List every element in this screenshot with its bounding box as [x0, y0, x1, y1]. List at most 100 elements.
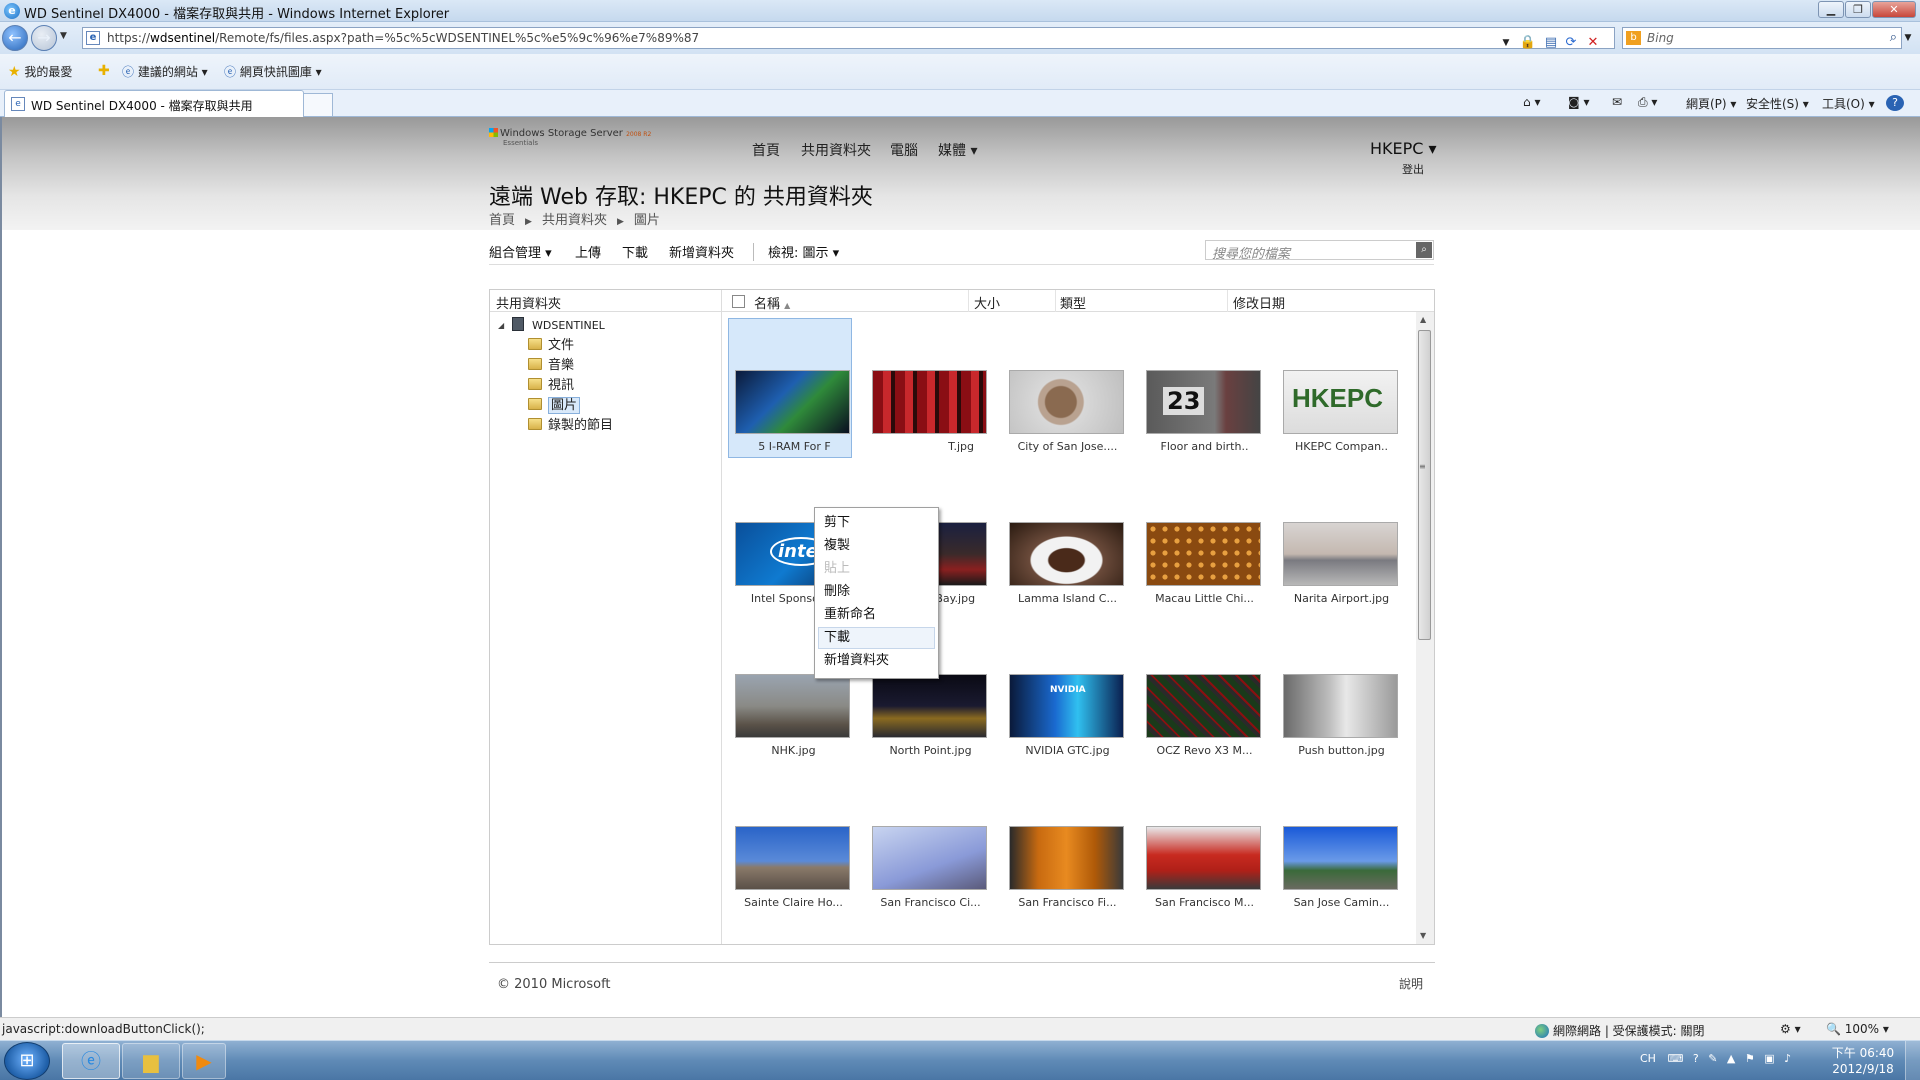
organize-menu[interactable]: 組合管理 ▾ [489, 242, 552, 261]
search-go-icon[interactable]: ⌕ [1890, 30, 1897, 45]
nav-shared-folders[interactable]: 共用資料夾 [801, 140, 871, 160]
tray-expand-icon[interactable]: ▲ [1727, 1052, 1735, 1065]
vertical-scrollbar[interactable]: ▲ ≡ ▼ [1416, 312, 1434, 944]
keyboard-icon[interactable]: ⌨ [1667, 1052, 1683, 1065]
nav-media[interactable]: 媒體 ▾ [938, 140, 977, 160]
help-icon[interactable]: ? [1886, 95, 1904, 111]
home-button[interactable]: ⌂ ▾ [1523, 95, 1540, 109]
file-tile[interactable]: San Francisco M... [1139, 774, 1263, 914]
col-type[interactable]: 類型 [1060, 293, 1086, 312]
file-tile[interactable]: 5 I-RAM For F [728, 318, 852, 458]
file-tile[interactable]: City of San Jose.... [1002, 318, 1126, 458]
file-tile[interactable]: Push button.jpg [1276, 622, 1400, 762]
column-divider[interactable] [968, 290, 969, 312]
file-tile[interactable]: San Francisco Ci... [865, 774, 989, 914]
stop-icon[interactable]: ✕ [1583, 33, 1603, 53]
file-tile[interactable]: Macau Little Chi... [1139, 470, 1263, 610]
tab-wd-sentinel[interactable]: e WD Sentinel DX4000 - 檔案存取與共用 [4, 90, 304, 118]
help-link[interactable]: 說明 [1399, 975, 1423, 992]
add-ons-icon[interactable]: ⚙ ▾ [1780, 1022, 1801, 1036]
recent-pages-dropdown[interactable]: ▼ [60, 31, 67, 41]
network-icon[interactable]: ▣ [1764, 1052, 1774, 1065]
taskbar-media-player[interactable]: ▶ [182, 1043, 226, 1079]
compatibility-view-icon[interactable]: ▤ [1541, 33, 1561, 53]
col-size[interactable]: 大小 [974, 293, 1000, 312]
feeds-button[interactable]: ◙ ▾ [1568, 95, 1590, 109]
collapse-triangle-icon[interactable]: ◢ [498, 321, 504, 330]
tree-item-videos[interactable]: 視訊 [528, 374, 574, 393]
url-field[interactable]: e https://wdsentinel/Remote/fs/files.asp… [82, 27, 1615, 50]
tree-item-music[interactable]: 音樂 [528, 354, 574, 373]
maximize-button[interactable]: ❐ [1845, 1, 1871, 18]
file-tile[interactable]: Lamma Island C... [1002, 470, 1126, 610]
zoom-level[interactable]: 🔍 100% ▾ [1826, 1022, 1889, 1036]
language-indicator[interactable]: CH [1640, 1052, 1656, 1065]
print-button[interactable]: ⎙ ▾ [1638, 95, 1657, 110]
col-name[interactable]: 名稱 ▲ [754, 293, 790, 312]
file-tile[interactable]: NVIDIA NVIDIA GTC.jpg [1002, 622, 1126, 762]
new-folder-button[interactable]: 新增資料夾 [669, 242, 734, 261]
file-tile[interactable]: San Jose Camin... [1276, 774, 1400, 914]
new-tab-button[interactable] [303, 93, 333, 116]
ctx-rename[interactable]: 重新命名 [818, 604, 935, 626]
ctx-delete[interactable]: 刪除 [818, 581, 935, 603]
ctx-new-folder[interactable]: 新增資料夾 [818, 650, 935, 672]
back-button[interactable]: ← [2, 25, 28, 51]
search-icon[interactable]: ⌕ [1416, 242, 1432, 258]
volume-icon[interactable]: ♪ [1784, 1052, 1791, 1065]
breadcrumb-home[interactable]: 首頁 [489, 213, 515, 228]
mail-button[interactable]: ✉ [1612, 95, 1622, 109]
tree-item-pictures[interactable]: 圖片 [528, 394, 581, 414]
start-button[interactable]: ⊞ [4, 1042, 50, 1080]
url-text[interactable]: https://wdsentinel/Remote/fs/files.aspx?… [107, 31, 699, 45]
taskbar-explorer[interactable]: ▆ [122, 1043, 180, 1079]
search-options-icon[interactable]: ▼ [1898, 28, 1918, 48]
bing-search-field[interactable]: b Bing ⌕ [1622, 27, 1902, 49]
page-menu[interactable]: 網頁(P) ▾ [1686, 95, 1736, 112]
scroll-down-icon[interactable]: ▼ [1420, 931, 1426, 940]
ctx-cut[interactable]: 剪下 [818, 512, 935, 534]
select-all-checkbox[interactable] [732, 295, 745, 308]
clock[interactable]: 下午 06:40 2012/9/18 [1828, 1045, 1898, 1077]
tools-menu[interactable]: 工具(O) ▾ [1822, 95, 1875, 112]
taskbar-ie[interactable]: ⓔ [62, 1043, 120, 1079]
scroll-up-icon[interactable]: ▲ [1420, 315, 1426, 324]
file-tile[interactable]: Narita Airport.jpg [1276, 470, 1400, 610]
scroll-thumb[interactable] [1418, 330, 1431, 640]
help-tray-icon[interactable]: ? [1693, 1052, 1699, 1065]
close-window-button[interactable]: ✕ [1872, 1, 1916, 18]
file-tile[interactable]: OCZ Revo X3 M... [1139, 622, 1263, 762]
url-dropdown-icon[interactable]: ▼ [1496, 33, 1516, 53]
download-button[interactable]: 下載 [622, 242, 648, 261]
column-divider[interactable] [1227, 290, 1228, 312]
ctx-copy[interactable]: 複製 [818, 535, 935, 557]
file-tile[interactable]: 23 Floor and birth.. [1139, 318, 1263, 458]
file-search-input[interactable]: 搜尋您的檔案 ⌕ [1205, 240, 1434, 262]
minimize-button[interactable]: ▁ [1818, 1, 1844, 18]
forward-button[interactable]: → [31, 25, 57, 51]
upload-button[interactable]: 上傳 [575, 242, 601, 261]
show-desktop-button[interactable] [1905, 1041, 1920, 1080]
lock-icon[interactable]: 🔒 [1518, 33, 1538, 53]
favorites-button[interactable]: ★ 我的最愛 [8, 63, 72, 80]
nav-home[interactable]: 首頁 [752, 140, 780, 160]
file-tile[interactable]: San Francisco Fi... [1002, 774, 1126, 914]
action-center-icon[interactable]: ⚑ [1745, 1052, 1755, 1065]
view-menu[interactable]: 檢視: 圖示 ▾ [768, 242, 839, 261]
file-tile[interactable]: T.jpg [865, 318, 989, 458]
nav-computers[interactable]: 電腦 [890, 140, 918, 160]
add-favorite-button[interactable]: ✚ [98, 63, 110, 79]
ime-icon[interactable]: ✎ [1708, 1052, 1717, 1065]
tree-root-wdsentinel[interactable]: WDSENTINEL [512, 317, 605, 332]
file-tile[interactable]: HKEPC HKEPC Compan.. [1276, 318, 1400, 458]
logout-link[interactable]: 登出 [1402, 161, 1424, 177]
tree-item-recorded-tv[interactable]: 錄製的節目 [528, 414, 613, 433]
breadcrumb-pictures[interactable]: 圖片 [634, 213, 660, 228]
column-divider[interactable] [1055, 290, 1056, 312]
security-zone[interactable]: 網際網路 | 受保護模式: 關閉 [1535, 1022, 1705, 1039]
col-modified[interactable]: 修改日期 [1233, 293, 1285, 312]
breadcrumb-shared-folders[interactable]: 共用資料夾 [542, 213, 607, 228]
safety-menu[interactable]: 安全性(S) ▾ [1746, 95, 1809, 112]
web-slice-gallery-link[interactable]: ⓔ 網頁快訊圖庫 ▾ [224, 63, 322, 80]
ctx-download[interactable]: 下載 [818, 627, 935, 649]
